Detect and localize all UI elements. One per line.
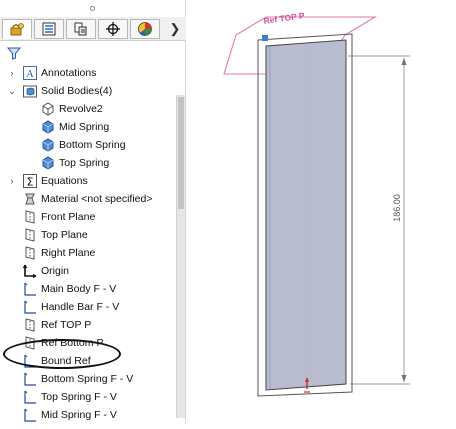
tree-item-equations[interactable]: › Σ Equations bbox=[8, 172, 88, 190]
tree-label: Solid Bodies(4) bbox=[41, 85, 113, 97]
plane-label: Ref TOP P bbox=[263, 10, 306, 26]
tree-item-origin[interactable]: Origin bbox=[22, 262, 69, 280]
tree-label: Mid Spring bbox=[59, 121, 110, 133]
crosshair-icon bbox=[106, 22, 120, 36]
dimension-value[interactable]: 186.00 bbox=[392, 194, 402, 222]
expand-arrow-icon[interactable]: › bbox=[8, 176, 16, 186]
sketch-icon bbox=[24, 408, 36, 422]
tree-label: Top Spring bbox=[59, 157, 110, 169]
tree-label: Bottom Spring F - V bbox=[41, 373, 134, 385]
graphics-viewport[interactable]: Ref TOP P 186.00 bbox=[186, 0, 456, 424]
tree-item-top-plane[interactable]: Top Plane bbox=[22, 226, 88, 244]
sketch-icon bbox=[24, 300, 36, 314]
display-manager-tab[interactable] bbox=[130, 19, 160, 39]
tree-label: Material <not specified> bbox=[41, 193, 153, 205]
tree-label: Handle Bar F - V bbox=[41, 301, 120, 313]
dimxpert-tab[interactable] bbox=[98, 19, 128, 39]
annotations-icon: A bbox=[23, 66, 37, 80]
sketch-icon bbox=[24, 390, 36, 404]
panel-grip-handle[interactable] bbox=[90, 6, 95, 11]
equations-sigma-icon: Σ bbox=[23, 174, 37, 189]
solid-body-icon bbox=[42, 120, 54, 134]
dim-arrow-top-icon bbox=[401, 58, 407, 65]
tree-item-revolve2[interactable]: Revolve2 bbox=[40, 100, 103, 118]
tree-label: Revolve2 bbox=[59, 103, 103, 115]
sketch-icon bbox=[24, 282, 36, 296]
tree-label: Mid Spring F - V bbox=[41, 409, 117, 421]
tree-label: Annotations bbox=[41, 67, 97, 79]
tree-item-handle-bar[interactable]: Handle Bar F - V bbox=[22, 298, 119, 316]
tree-item-ref-top-p[interactable]: Ref TOP P bbox=[22, 316, 91, 334]
tree-item-bottom-spring[interactable]: Bottom Spring bbox=[40, 136, 126, 154]
solid-bodies-folder-icon bbox=[23, 85, 37, 98]
svg-text:A: A bbox=[26, 69, 34, 80]
expand-arrow-icon[interactable]: › bbox=[8, 68, 16, 78]
appearance-pie-icon bbox=[138, 22, 152, 36]
tree-label: Front Plane bbox=[41, 211, 96, 223]
tree-item-mid-spring[interactable]: Mid Spring bbox=[40, 118, 109, 136]
feature-manager-panel: ❯ › A Annotations ⌄ Solid Bodies(4) Revo… bbox=[0, 0, 186, 424]
configuration-manager-tab[interactable] bbox=[66, 19, 96, 39]
sketch-icon bbox=[24, 372, 36, 386]
svg-text:Σ: Σ bbox=[27, 176, 34, 189]
configuration-manager-icon bbox=[74, 22, 87, 36]
tree-label: Origin bbox=[41, 265, 70, 277]
plane-icon bbox=[25, 246, 35, 260]
origin-icon bbox=[22, 264, 37, 279]
property-manager-tab[interactable] bbox=[34, 19, 64, 39]
tree-item-material[interactable]: Material <not specified> bbox=[22, 190, 152, 208]
tree-item-main-body[interactable]: Main Body F - V bbox=[22, 280, 116, 298]
material-icon bbox=[25, 193, 35, 205]
collapse-arrow-icon[interactable]: ⌄ bbox=[8, 86, 16, 96]
tree-item-solid-bodies[interactable]: ⌄ Solid Bodies(4) bbox=[8, 82, 112, 100]
feature-manager-tab[interactable] bbox=[2, 19, 32, 39]
scrollbar-thumb[interactable] bbox=[178, 97, 184, 209]
coordinate-marker-icon bbox=[262, 35, 268, 41]
tree-item-bottom-spring-fv[interactable]: Bottom Spring F - V bbox=[22, 370, 133, 388]
feature-manager-icon bbox=[10, 23, 24, 36]
tree-label: Bottom Spring bbox=[59, 139, 126, 151]
tree-label: Top Plane bbox=[41, 229, 88, 241]
tree-item-top-spring[interactable]: Top Spring bbox=[40, 154, 109, 172]
filter-icon[interactable] bbox=[6, 45, 22, 61]
plane-icon bbox=[25, 318, 35, 332]
tree-scrollbar[interactable] bbox=[176, 95, 185, 418]
solid-body-icon bbox=[42, 156, 54, 170]
tree-item-mid-spring-fv[interactable]: Mid Spring F - V bbox=[22, 406, 117, 424]
dim-arrow-bottom-icon bbox=[401, 375, 407, 382]
tree-item-annotations[interactable]: › A Annotations bbox=[8, 64, 96, 82]
tree-label: Top Spring F - V bbox=[41, 391, 117, 403]
tabs-scroll-right-arrow[interactable]: ❯ bbox=[168, 20, 182, 38]
tree-label: Right Plane bbox=[41, 247, 96, 259]
solid-body-icon bbox=[42, 138, 54, 152]
model-view: Ref TOP P 186.00 bbox=[223, 10, 410, 397]
tree-item-front-plane[interactable]: Front Plane bbox=[22, 208, 95, 226]
tree-item-right-plane[interactable]: Right Plane bbox=[22, 244, 95, 262]
tree-label: Main Body F - V bbox=[41, 283, 117, 295]
tree-label: Ref TOP P bbox=[41, 319, 92, 331]
tree-item-top-spring-fv[interactable]: Top Spring F - V bbox=[22, 388, 117, 406]
plane-icon bbox=[25, 228, 35, 242]
body-outline-icon bbox=[42, 102, 54, 116]
manager-tab-bar: ❯ bbox=[0, 17, 186, 41]
feature-tree: › A Annotations ⌄ Solid Bodies(4) Revolv… bbox=[0, 62, 176, 424]
tree-label: Equations bbox=[41, 175, 88, 187]
plane-icon bbox=[25, 210, 35, 224]
highlight-ellipse-annotation bbox=[3, 339, 121, 369]
property-manager-icon bbox=[42, 22, 56, 36]
